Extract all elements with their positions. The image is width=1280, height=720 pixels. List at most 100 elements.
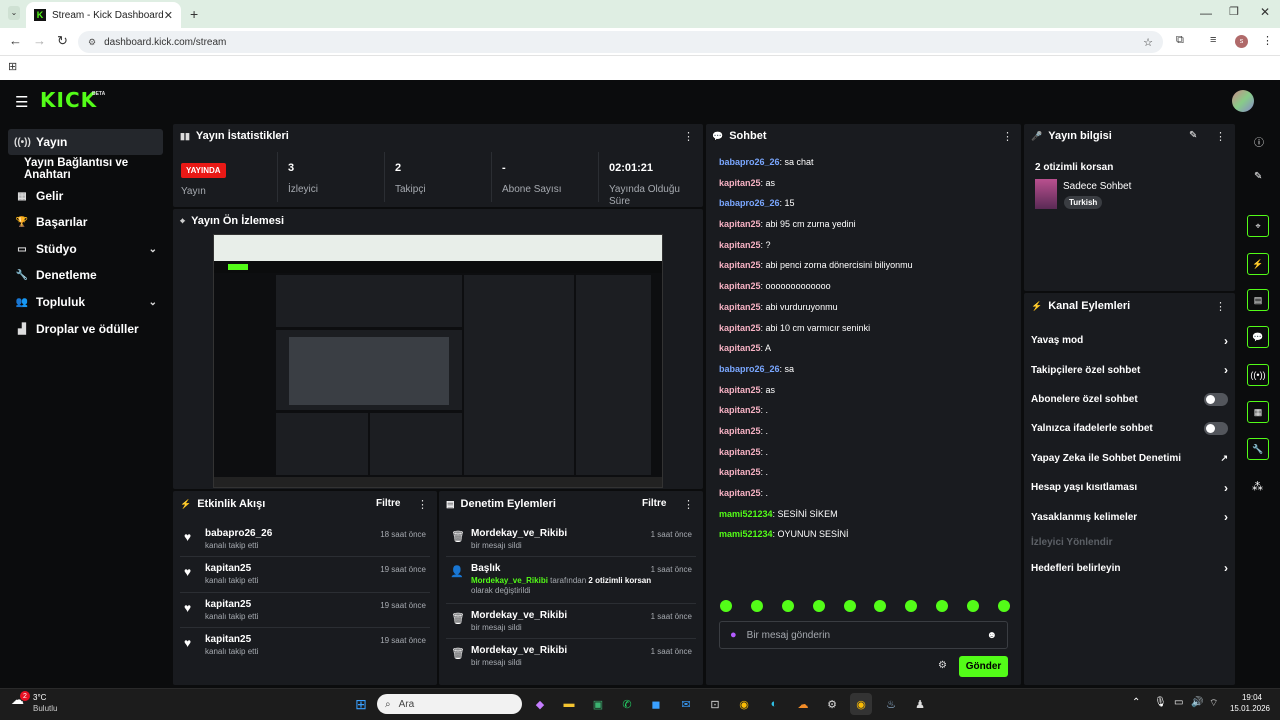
browser-menu-icon[interactable]: ⋮ xyxy=(1262,34,1273,47)
sidebar-item-studyo[interactable]: ▭ Stüdyo ⌄ xyxy=(8,236,163,262)
activity-user[interactable]: kapitan25 xyxy=(205,599,258,610)
clock-time[interactable]: 19:04 xyxy=(1232,693,1272,702)
restore-icon[interactable]: ❐ xyxy=(1229,5,1239,18)
chat-username[interactable]: kapitan25 xyxy=(719,260,761,270)
sidebar-item-yayin[interactable]: ((•)) Yayın xyxy=(8,129,163,155)
chat-username[interactable]: kapitan25 xyxy=(719,178,761,188)
moderation-user[interactable]: Mordekay_ve_Rikibi xyxy=(471,610,567,621)
stream-info-more-icon[interactable]: ⋮ xyxy=(1215,130,1226,143)
emote-icon[interactable] xyxy=(936,600,949,612)
emote-icon[interactable] xyxy=(997,600,1010,612)
bookmark-star-icon[interactable]: ☆ xyxy=(1143,36,1153,49)
whatsapp-icon[interactable]: ✆ xyxy=(616,693,638,715)
info-circle-icon[interactable]: ⓘ xyxy=(1254,134,1264,149)
activity-user[interactable]: kapitan25 xyxy=(205,634,258,645)
moderation-more-icon[interactable]: ⋮ xyxy=(683,498,694,511)
emote-icon[interactable] xyxy=(781,600,794,612)
emoji-icon[interactable]: ☻ xyxy=(986,630,997,641)
activity-widget-button[interactable]: ⚡ xyxy=(1247,253,1269,275)
copilot-icon[interactable]: ◆ xyxy=(529,693,551,715)
file-explorer-icon[interactable]: ▬ xyxy=(558,693,580,715)
tools-widget-button[interactable]: 🔧 xyxy=(1247,438,1269,460)
add-widget-icon[interactable]: ⁂ xyxy=(1252,480,1263,493)
chat-username[interactable]: kapitan25 xyxy=(719,426,761,436)
preview-widget-button[interactable]: ⌖ xyxy=(1247,215,1269,237)
chat-username[interactable]: babapro26_26 xyxy=(719,198,780,208)
moderation-user[interactable]: Mordekay_ve_Rikibi xyxy=(471,528,567,539)
address-bar[interactable]: ⚙ dashboard.kick.com/stream ☆ xyxy=(78,31,1163,53)
emote-icon[interactable] xyxy=(812,600,825,612)
microphone-tray-icon[interactable]: 🎙 xyxy=(1154,697,1167,708)
site-info-icon[interactable]: ⚙ xyxy=(88,37,96,48)
chat-username[interactable]: babapro26_26 xyxy=(719,364,780,374)
activity-user[interactable]: kapitan25 xyxy=(205,563,258,574)
clock-date[interactable]: 15.01.2026 xyxy=(1224,704,1276,713)
sidebar-item-topluluk[interactable]: 👥 Topluluk ⌄ xyxy=(8,289,163,315)
display-tray-icon[interactable]: ▭ xyxy=(1174,697,1183,708)
chat-input[interactable]: ● Bir mesaj gönderin ☻ xyxy=(719,621,1008,649)
chat-username[interactable]: mami521234 xyxy=(719,509,773,519)
sidebar-item-basarilar[interactable]: 🏆 Başarılar xyxy=(8,209,163,235)
activity-user[interactable]: babapro26_26 xyxy=(205,528,272,539)
activity-more-icon[interactable]: ⋮ xyxy=(417,498,428,511)
chat-username[interactable]: kapitan25 xyxy=(719,219,761,229)
chat-username[interactable]: kapitan25 xyxy=(719,405,761,415)
reload-icon[interactable]: ↻ xyxy=(57,33,68,49)
tab-search-icon[interactable]: ⌄ xyxy=(8,6,20,20)
store-bag-icon[interactable]: ⊡ xyxy=(704,693,726,715)
action-set-goals[interactable]: Hedefleri belirleyin › xyxy=(1031,554,1228,583)
stream-preview-video[interactable] xyxy=(213,234,663,488)
emote-icon[interactable] xyxy=(720,600,732,612)
app-icon[interactable]: ▣ xyxy=(587,693,609,715)
chat-username[interactable]: kapitan25 xyxy=(719,385,761,395)
stream-widget-button[interactable]: ((•)) xyxy=(1247,364,1269,386)
layout-widget-button[interactable]: ▦ xyxy=(1247,401,1269,423)
extensions-icon[interactable]: ⧉ xyxy=(1176,34,1184,47)
chat-username[interactable]: kapitan25 xyxy=(719,488,761,498)
browser-tab[interactable]: K Stream - Kick Dashboard ✕ xyxy=(26,2,181,28)
chat-message-list[interactable]: babapro26_26: sa chat kapitan25: as babapr… xyxy=(719,152,1014,545)
action-account-age[interactable]: Hesap yaşı kısıtlaması › xyxy=(1031,473,1228,502)
action-slow-mode[interactable]: Yavaş mod › xyxy=(1031,326,1228,355)
back-icon[interactable]: ← xyxy=(9,33,22,48)
network-icon[interactable]: ⌔ xyxy=(1209,697,1218,710)
activity-filter-button[interactable]: Filtre xyxy=(376,498,400,509)
send-button[interactable]: Gönder xyxy=(959,656,1008,677)
stream-category[interactable]: Sadece Sohbet xyxy=(1063,181,1131,192)
windows-start-icon[interactable]: ⊞ xyxy=(350,693,372,715)
subscribers-only-toggle[interactable] xyxy=(1204,392,1228,406)
taskbar-search[interactable]: ⌕ Ara xyxy=(377,694,522,714)
hamburger-menu-icon[interactable]: ☰ xyxy=(15,93,28,111)
profile-avatar[interactable]: s xyxy=(1235,35,1248,48)
steam-icon[interactable]: ♨ xyxy=(880,693,902,715)
chat-username[interactable]: kapitan25 xyxy=(719,467,761,477)
user-avatar[interactable] xyxy=(1232,90,1254,112)
chrome-icon[interactable]: ◉ xyxy=(733,693,755,715)
category-thumbnail[interactable] xyxy=(1035,179,1057,209)
chrome-active-icon[interactable]: ◉ xyxy=(850,693,872,715)
sidebar-item-gelir[interactable]: ▦ Gelir xyxy=(8,183,163,209)
mail-icon[interactable]: ✉ xyxy=(675,693,697,715)
action-ai-moderation[interactable]: Yapay Zeka ile Sohbet Denetimi ↗ xyxy=(1031,444,1228,473)
edge-icon[interactable]: ◐ xyxy=(763,693,785,715)
emote-icon[interactable] xyxy=(843,600,856,612)
cloud-app-icon[interactable]: ☁ xyxy=(792,693,814,715)
chat-username[interactable]: kapitan25 xyxy=(719,343,761,353)
close-tab-icon[interactable]: ✕ xyxy=(164,9,173,22)
moderation-filter-button[interactable]: Filtre xyxy=(642,498,666,509)
forward-icon[interactable]: → xyxy=(33,33,46,48)
chat-settings-icon[interactable]: ⚙ xyxy=(938,660,947,671)
emote-icon[interactable] xyxy=(905,600,918,612)
emote-icon[interactable] xyxy=(750,600,763,612)
emote-icon[interactable] xyxy=(874,600,887,612)
chat-widget-button[interactable]: 💬 xyxy=(1247,326,1269,348)
chat-username[interactable]: kapitan25 xyxy=(719,240,761,250)
microphone-icon[interactable]: ● xyxy=(730,629,737,641)
moderation-user[interactable]: Mordekay_ve_Rikibi xyxy=(471,645,567,656)
chat-username[interactable]: kapitan25 xyxy=(719,323,761,333)
chat-username[interactable]: kapitan25 xyxy=(719,281,761,291)
sidebar-item-droplar[interactable]: ▟ Droplar ve ödüller xyxy=(8,316,163,342)
chat-username[interactable]: kapitan25 xyxy=(719,447,761,457)
settings-icon[interactable]: ⚙ xyxy=(821,693,843,715)
pencil-icon[interactable]: ✎ xyxy=(1254,171,1262,182)
